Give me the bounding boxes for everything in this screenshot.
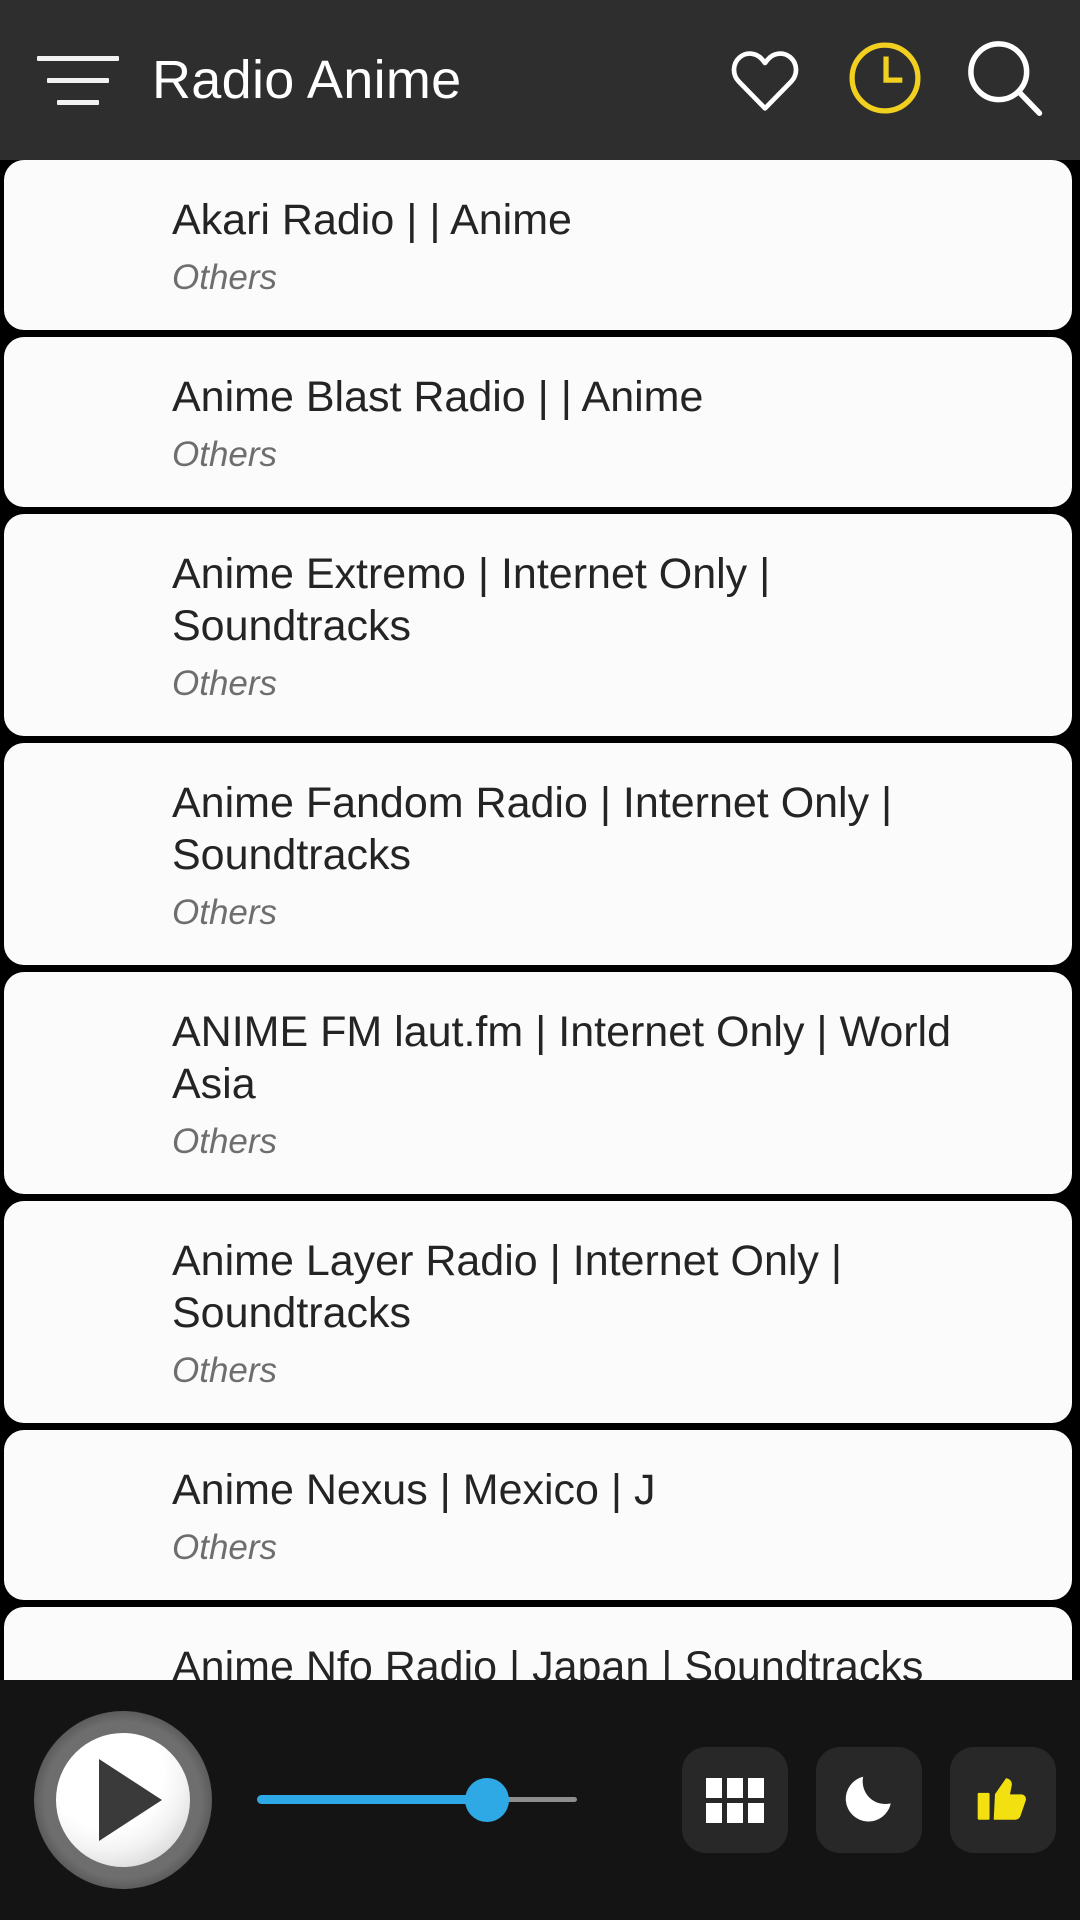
app-root: Radio Anime Akari Radio | | Anime Others… [0,0,1080,1920]
menu-line-2 [47,77,109,83]
list-item[interactable]: Anime Nexus | Mexico | J Others [4,1430,1072,1600]
favorites-button[interactable] [712,27,818,133]
volume-slider[interactable] [257,1770,577,1830]
volume-fill [257,1795,488,1804]
grid-button[interactable] [682,1747,788,1853]
search-icon [961,34,1049,127]
station-title: Anime Blast Radio | | Anime [172,373,704,421]
app-bar-actions [712,27,1058,133]
station-genre: Others [172,435,278,474]
list-item[interactable]: Anime Fandom Radio | Internet Only | Sou… [4,743,1072,965]
list-item[interactable]: ANIME FM laut.fm | Internet Only | World… [4,972,1072,1194]
thumbs-up-icon [972,1767,1034,1834]
station-title: Akari Radio | | Anime [172,196,572,244]
station-genre: Others [172,893,278,932]
volume-thumb[interactable] [465,1778,510,1822]
station-title: Anime Layer Radio | Internet Only | Soun… [172,1237,843,1337]
list-item[interactable]: Anime Nfo Radio | Japan | SoundtracksOth… [4,1607,1072,1680]
like-button[interactable] [950,1747,1056,1853]
list-item[interactable]: Anime Blast Radio | | Anime Others [4,337,1072,507]
list-item[interactable]: Anime Extremo | Internet Only | Soundtra… [4,514,1072,736]
clock-icon [843,36,927,125]
search-button[interactable] [952,27,1058,133]
list-item[interactable]: Akari Radio | | Anime Others [4,160,1072,330]
station-title: Anime Nexus | Mexico | J [172,1466,656,1514]
station-genre: Others [172,1528,278,1567]
player-bar [0,1680,1080,1920]
station-title: ANIME FM laut.fm | Internet Only | World… [172,1008,952,1108]
page-title: Radio Anime [152,50,462,110]
station-title: Anime Fandom Radio | Internet Only | Sou… [172,779,893,879]
station-genre: Others [172,664,278,703]
station-title: Anime Extremo | Internet Only | Soundtra… [172,550,771,650]
player-actions [682,1747,1056,1853]
menu-line-1 [37,55,119,61]
hamburger-menu-icon[interactable] [26,55,130,105]
sleep-timer-button[interactable] [816,1747,922,1853]
heart-icon [727,42,803,119]
station-title: Anime Nfo Radio | Japan | Soundtracks [172,1643,924,1680]
station-genre: Others [172,1351,278,1390]
menu-line-3 [57,99,99,105]
app-bar: Radio Anime [0,0,1080,160]
station-list[interactable]: Akari Radio | | Anime Others Anime Blast R… [0,160,1080,1680]
play-button-face [56,1733,190,1867]
recent-button[interactable] [832,27,938,133]
station-genre: Others [172,258,278,297]
station-genre: Others [172,1122,278,1161]
play-icon [98,1759,162,1841]
list-item[interactable]: Anime Layer Radio | Internet Only | Soun… [4,1201,1072,1423]
play-button[interactable] [34,1711,212,1889]
moon-icon [840,1769,898,1832]
grid-icon [706,1777,764,1823]
